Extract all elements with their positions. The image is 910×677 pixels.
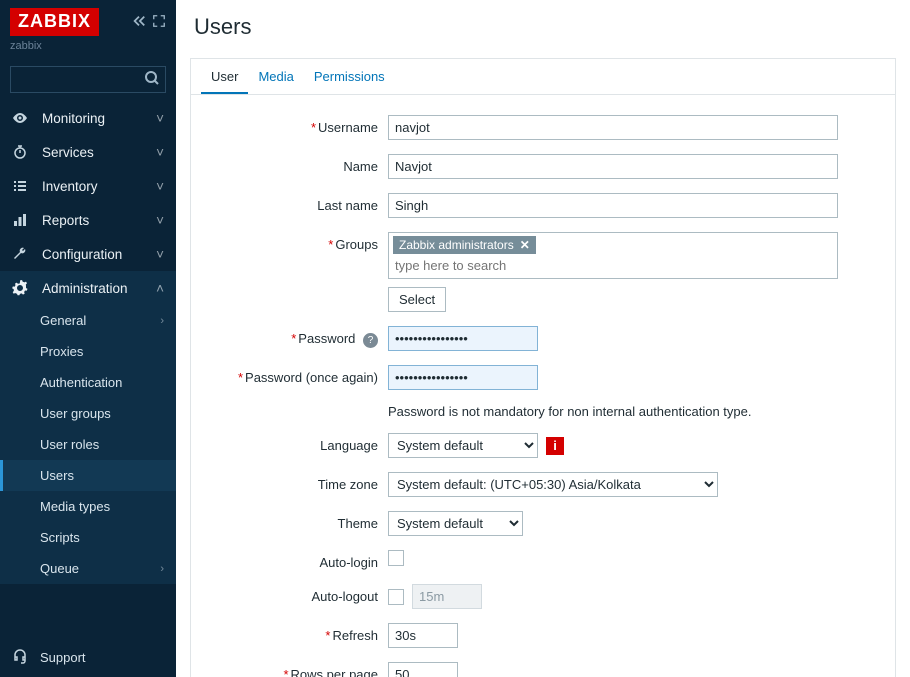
- support-link[interactable]: Support: [0, 638, 176, 677]
- chevron-down-icon: ˅: [156, 145, 164, 160]
- autologout-input: [412, 584, 482, 609]
- groups-search-input[interactable]: [393, 256, 833, 275]
- expand-icon[interactable]: [152, 14, 166, 31]
- password-input[interactable]: [388, 326, 538, 351]
- nav-inventory[interactable]: Inventory ˅: [0, 169, 176, 203]
- nav-label: Services: [42, 145, 94, 160]
- form-panel: User Media Permissions *Username Name La…: [190, 58, 896, 677]
- page-title: Users: [176, 0, 910, 50]
- tab-user[interactable]: User: [201, 59, 248, 94]
- nav-administration[interactable]: Administration ˄: [0, 271, 176, 305]
- password2-input[interactable]: [388, 365, 538, 390]
- search-icon[interactable]: [144, 70, 160, 89]
- sub-queue[interactable]: Queue›: [0, 553, 176, 584]
- rows-label: Rows per page: [291, 667, 378, 677]
- tab-permissions[interactable]: Permissions: [304, 59, 395, 94]
- nav-monitoring[interactable]: Monitoring ˅: [0, 101, 176, 135]
- chevron-down-icon: ˅: [156, 213, 164, 228]
- lastname-input[interactable]: [388, 193, 838, 218]
- nav-reports[interactable]: Reports ˅: [0, 203, 176, 237]
- autologout-checkbox[interactable]: [388, 589, 404, 605]
- language-select[interactable]: System default: [388, 433, 538, 458]
- language-label: Language: [320, 438, 378, 453]
- sub-proxies[interactable]: Proxies: [0, 336, 176, 367]
- collapse-icon[interactable]: [132, 14, 146, 31]
- sub-scripts[interactable]: Scripts: [0, 522, 176, 553]
- theme-select[interactable]: System default: [388, 511, 523, 536]
- theme-label: Theme: [338, 516, 378, 531]
- select-groups-button[interactable]: Select: [388, 287, 446, 312]
- nav-label: Configuration: [42, 247, 122, 262]
- rows-input[interactable]: [388, 662, 458, 677]
- main-nav: Monitoring ˅ Services ˅ Inventory ˅ Repo…: [0, 101, 176, 638]
- nav-label: Monitoring: [42, 111, 105, 126]
- tenant-name: zabbix: [10, 40, 166, 52]
- sub-media-types[interactable]: Media types: [0, 491, 176, 522]
- refresh-label: Refresh: [332, 628, 378, 643]
- sub-user-roles[interactable]: User roles: [0, 429, 176, 460]
- autologin-checkbox[interactable]: [388, 550, 404, 566]
- password-label: Password: [298, 331, 355, 346]
- groups-multiselect[interactable]: Zabbix administrators ✕: [388, 232, 838, 279]
- search-input[interactable]: [10, 66, 166, 93]
- lastname-label: Last name: [317, 198, 378, 213]
- autologin-label: Auto-login: [319, 555, 378, 570]
- name-label: Name: [343, 159, 378, 174]
- nav-label: Administration: [42, 281, 128, 296]
- refresh-input[interactable]: [388, 623, 458, 648]
- chevron-down-icon: ˅: [156, 111, 164, 126]
- autologout-label: Auto-logout: [312, 589, 379, 604]
- gear-icon: [12, 280, 30, 296]
- bar-chart-icon: [12, 212, 30, 228]
- nav-services[interactable]: Services ˅: [0, 135, 176, 169]
- support-label: Support: [40, 650, 86, 665]
- password-hint: Password is not mandatory for non intern…: [388, 404, 752, 419]
- remove-tag-icon[interactable]: ✕: [520, 238, 530, 252]
- username-input[interactable]: [388, 115, 838, 140]
- sub-general[interactable]: General›: [0, 305, 176, 336]
- eye-icon: [12, 110, 30, 126]
- chevron-down-icon: ˅: [156, 247, 164, 262]
- tab-media[interactable]: Media: [248, 59, 303, 94]
- chevron-down-icon: ˅: [156, 179, 164, 194]
- help-icon[interactable]: ?: [363, 333, 378, 348]
- warning-icon[interactable]: i: [546, 437, 564, 455]
- chevron-right-icon: ›: [160, 315, 164, 327]
- password2-label: Password (once again): [245, 370, 378, 385]
- sub-user-groups[interactable]: User groups: [0, 398, 176, 429]
- sub-users[interactable]: Users: [0, 460, 176, 491]
- main-content: Users User Media Permissions *Username N…: [176, 0, 910, 677]
- username-label: Username: [318, 120, 378, 135]
- timezone-select[interactable]: System default: (UTC+05:30) Asia/Kolkata: [388, 472, 718, 497]
- headset-icon: [12, 648, 28, 667]
- nav-label: Inventory: [42, 179, 98, 194]
- groups-label: Groups: [335, 237, 378, 252]
- chevron-right-icon: ›: [160, 563, 164, 575]
- tabs: User Media Permissions: [191, 59, 895, 95]
- stopwatch-icon: [12, 144, 30, 160]
- sidebar: ZABBIX zabbix Monitoring: [0, 0, 176, 677]
- brand-logo[interactable]: ZABBIX: [10, 8, 99, 36]
- wrench-icon: [12, 246, 30, 262]
- list-icon: [12, 178, 30, 194]
- name-input[interactable]: [388, 154, 838, 179]
- group-tag: Zabbix administrators ✕: [393, 236, 536, 254]
- chevron-up-icon: ˄: [156, 281, 164, 296]
- nav-label: Reports: [42, 213, 89, 228]
- sub-authentication[interactable]: Authentication: [0, 367, 176, 398]
- timezone-label: Time zone: [318, 477, 378, 492]
- nav-configuration[interactable]: Configuration ˅: [0, 237, 176, 271]
